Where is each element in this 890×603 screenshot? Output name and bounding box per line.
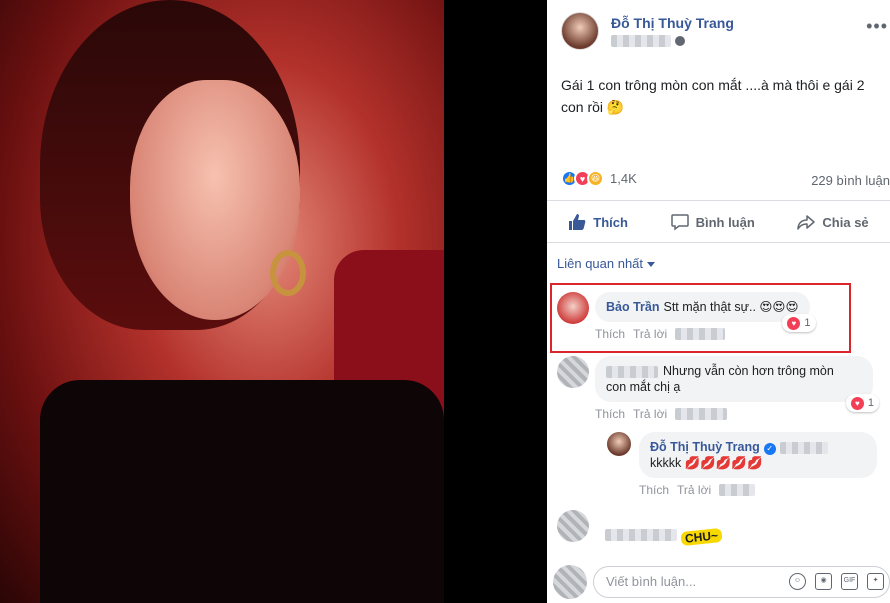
comment-bubble: Nhưng vẫn còn hơn trông mòn con mắt chị … (595, 356, 879, 412)
comment-meta: Thích Trả lời (595, 407, 873, 421)
photo-letterbox (444, 0, 547, 603)
haha-reaction-icon: 😆 (587, 170, 604, 187)
caret-down-icon (647, 262, 656, 268)
divider (547, 242, 890, 243)
comments-count[interactable]: 229 bình luận (811, 173, 890, 188)
reactions-count: 1,4K (610, 171, 637, 186)
emoji-icon[interactable]: ☺ (789, 573, 806, 590)
like-button[interactable]: Thích (568, 213, 628, 231)
share-arrow-icon (797, 213, 816, 231)
comment-reaction-count: 1 (867, 397, 874, 409)
comment-text-line1: Nhưng vẫn còn hơn trông mòn (663, 364, 834, 378)
comment-like-link[interactable]: Thích (595, 407, 625, 421)
verified-icon: ✓ (763, 443, 776, 455)
share-button[interactable]: Chia sẻ (797, 213, 869, 231)
comment-reaction-badge[interactable]: ♥ 1 (845, 394, 879, 412)
blurred-text (779, 441, 828, 454)
highlight-box (550, 283, 851, 353)
blurred-timestamp (611, 35, 671, 47)
reply-reply-link[interactable]: Trả lời (677, 483, 711, 497)
sticker-icon[interactable]: ✦ (867, 573, 884, 590)
post-panel: Đỗ Thị Thuỳ Trang ••• Gái 1 con trông mò… (547, 0, 890, 603)
reply-like-link[interactable]: Thích (639, 483, 669, 497)
heart-icon: ♥ (850, 396, 864, 410)
more-icon[interactable]: ••• (866, 16, 888, 37)
comment-text-line2: con mắt chị ạ (606, 380, 681, 394)
camera-icon[interactable]: ◉ (815, 573, 832, 590)
comment-item: Nhưng vẫn còn hơn trông mòn con mắt chị … (557, 356, 879, 421)
like-label: Thích (593, 214, 628, 230)
comment-button[interactable]: Bình luận (670, 213, 755, 231)
gif-icon[interactable]: GIF (841, 573, 858, 590)
speech-bubble-icon (670, 213, 689, 231)
post-text-line1: Gái 1 con trông mòn con mắt ....à mà thô… (561, 77, 865, 93)
replier-avatar[interactable] (607, 432, 631, 456)
viewer-avatar (553, 564, 587, 599)
comment-item: CHU~ (557, 510, 724, 547)
reply-item: Đỗ Thị Thuỳ Trang ✓ kkkkk 💋💋💋💋💋 Thích Trả… (607, 432, 877, 497)
author-avatar[interactable] (561, 12, 599, 50)
divider (547, 200, 890, 201)
reply-meta: Thích Trả lời (639, 483, 877, 497)
globe-icon (675, 36, 685, 46)
commenter-avatar[interactable] (557, 356, 589, 388)
author-name[interactable]: Đỗ Thị Thuỳ Trang (611, 15, 734, 31)
post-actions: Thích Bình luận Chia sẻ (547, 204, 890, 240)
post-text: Gái 1 con trông mòn con mắt ....à mà thô… (561, 74, 881, 118)
blurred-commenter-name (605, 529, 677, 541)
comment-sort-label: Liên quan nhất (557, 256, 644, 271)
post-text-line2: con rồi 🤔 (561, 99, 625, 115)
post-photo[interactable] (0, 0, 444, 603)
comment-label: Bình luận (695, 214, 755, 230)
composer-tools: ☺ ◉ GIF ✦ (780, 573, 884, 590)
comment-input-placeholder: Viết bình luận... (606, 574, 697, 589)
thumbs-up-icon (568, 213, 586, 231)
reply-bubble: Đỗ Thị Thuỳ Trang ✓ kkkkk 💋💋💋💋💋 (639, 432, 877, 478)
blurred-timestamp (719, 484, 756, 496)
post-author: Đỗ Thị Thuỳ Trang (561, 12, 734, 50)
share-label: Chia sẻ (822, 214, 869, 230)
comment-composer: Viết bình luận... ☺ ◉ GIF ✦ (547, 560, 890, 603)
comment-sort-dropdown[interactable]: Liên quan nhất (557, 256, 656, 271)
reply-text: kkkkk 💋💋💋💋💋 (650, 456, 763, 470)
commenter-avatar[interactable] (557, 510, 589, 542)
photo-dress (40, 380, 444, 603)
photo-earring (270, 250, 306, 296)
comment-reply-link[interactable]: Trả lời (633, 407, 667, 421)
blurred-commenter-name (606, 365, 658, 378)
blurred-timestamp (675, 408, 728, 420)
replier-name[interactable]: Đỗ Thị Thuỳ Trang (650, 440, 760, 454)
post-meta (611, 35, 734, 47)
reactions-summary[interactable]: 👍 ♥ 😆 1,4K (561, 170, 637, 187)
sticker-image: CHU~ (680, 527, 724, 547)
